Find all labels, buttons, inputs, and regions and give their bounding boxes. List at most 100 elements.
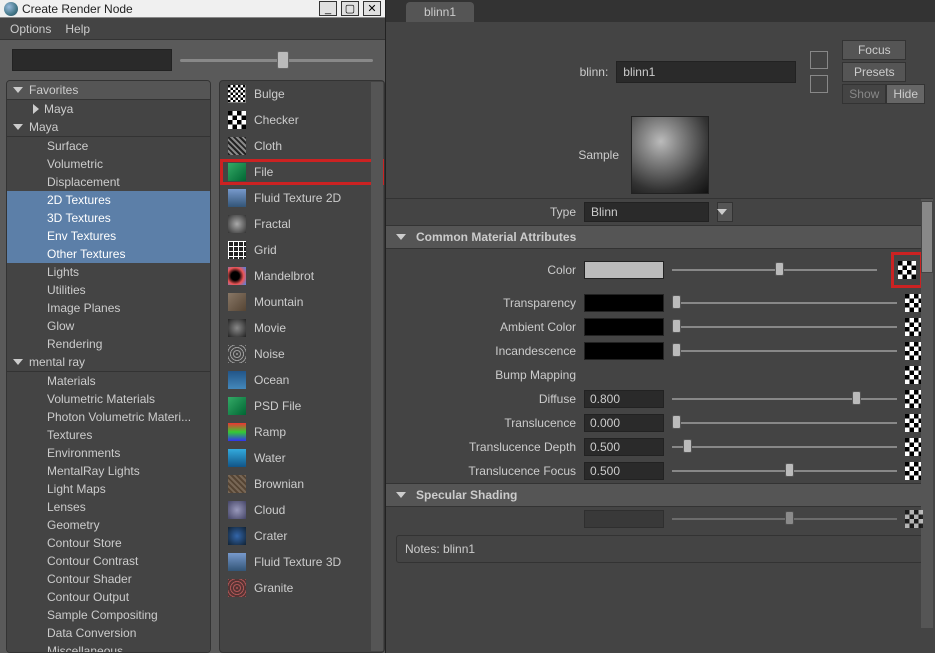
cat-dataconv[interactable]: Data Conversion [7, 624, 210, 642]
cat-vol-materials[interactable]: Volumetric Materials [7, 390, 210, 408]
node-ramp[interactable]: Ramp [220, 419, 384, 445]
cat-3d-textures[interactable]: 3D Textures [7, 209, 210, 227]
maximize-button[interactable]: ▢ [341, 1, 359, 16]
node-mountain[interactable]: Mountain [220, 289, 384, 315]
cat-utilities[interactable]: Utilities [7, 281, 210, 299]
trfocus-label: Translucence Focus [396, 464, 576, 478]
cat-geometry[interactable]: Geometry [7, 516, 210, 534]
sample-label: Sample [578, 148, 619, 162]
ocean-icon [228, 371, 246, 389]
color-swatch[interactable] [584, 261, 664, 279]
ambient-slider[interactable] [672, 326, 897, 328]
node-cloud[interactable]: Cloud [220, 497, 384, 523]
presets-button[interactable]: Presets [842, 62, 906, 82]
common-attributes-header[interactable]: Common Material Attributes [386, 225, 933, 249]
trfocus-slider[interactable] [672, 470, 897, 472]
node-file[interactable]: File [220, 159, 384, 185]
node-brownian[interactable]: Brownian [220, 471, 384, 497]
cat-image-planes[interactable]: Image Planes [7, 299, 210, 317]
maya-sub[interactable]: Maya [7, 100, 210, 118]
node-ocean[interactable]: Ocean [220, 367, 384, 393]
diffuse-slider[interactable] [672, 398, 897, 400]
cat-rendering[interactable]: Rendering [7, 335, 210, 353]
cat-env-textures[interactable]: Env Textures [7, 227, 210, 245]
cat-lightmaps[interactable]: Light Maps [7, 480, 210, 498]
water-icon [228, 449, 246, 467]
node-fluid3d[interactable]: Fluid Texture 3D [220, 549, 384, 575]
cat-environments[interactable]: Environments [7, 444, 210, 462]
minimize-button[interactable]: _ [319, 1, 337, 16]
options-menu[interactable]: Options [10, 22, 51, 36]
node-crater[interactable]: Crater [220, 523, 384, 549]
transl-input[interactable]: 0.000 [584, 414, 664, 432]
diffuse-input[interactable]: 0.800 [584, 390, 664, 408]
cat-materials[interactable]: Materials [7, 372, 210, 390]
trdepth-label: Translucence Depth [396, 440, 576, 454]
focus-button[interactable]: Focus [842, 40, 906, 60]
cat-cshader[interactable]: Contour Shader [7, 570, 210, 588]
input-icon[interactable] [810, 51, 828, 69]
color-slider[interactable] [672, 269, 877, 271]
node-scrollbar[interactable] [371, 82, 383, 651]
grid-icon [228, 241, 246, 259]
favorites-header[interactable]: Favorites [7, 81, 210, 100]
tab-blinn1[interactable]: blinn1 [406, 2, 474, 22]
hide-button[interactable]: Hide [886, 84, 925, 104]
type-caret[interactable] [717, 202, 733, 222]
specular-header[interactable]: Specular Shading [386, 483, 933, 507]
cat-lights[interactable]: Lights [7, 263, 210, 281]
cat-volumetric[interactable]: Volumetric [7, 155, 210, 173]
blinn-name-input[interactable]: blinn1 [616, 61, 796, 83]
transl-slider[interactable] [672, 422, 897, 424]
node-water[interactable]: Water [220, 445, 384, 471]
cat-scomp[interactable]: Sample Compositing [7, 606, 210, 624]
cat-misc[interactable]: Miscellaneous [7, 642, 210, 653]
search-input[interactable] [12, 49, 172, 71]
zoom-slider[interactable] [180, 59, 373, 62]
cat-photon[interactable]: Photon Volumetric Materi... [7, 408, 210, 426]
attr-scrollbar[interactable] [921, 199, 933, 628]
help-menu[interactable]: Help [65, 22, 90, 36]
transparency-slider[interactable] [672, 302, 897, 304]
node-grid[interactable]: Grid [220, 237, 384, 263]
cat-glow[interactable]: Glow [7, 317, 210, 335]
cat-surface[interactable]: Surface [7, 137, 210, 155]
show-button[interactable]: Show [842, 84, 886, 104]
color-map-button[interactable] [898, 261, 916, 279]
cat-lenses[interactable]: Lenses [7, 498, 210, 516]
incand-swatch[interactable] [584, 342, 664, 360]
output-icon[interactable] [810, 75, 828, 93]
node-bulge[interactable]: Bulge [220, 81, 384, 107]
cat-textures[interactable]: Textures [7, 426, 210, 444]
ambient-swatch[interactable] [584, 318, 664, 336]
cat-mrlights[interactable]: MentalRay Lights [7, 462, 210, 480]
close-button[interactable]: ✕ [363, 1, 381, 16]
mentalray-header[interactable]: mental ray [7, 353, 210, 372]
node-cloth[interactable]: Cloth [220, 133, 384, 159]
cat-coutput[interactable]: Contour Output [7, 588, 210, 606]
cat-ccontrast[interactable]: Contour Contrast [7, 552, 210, 570]
cat-cstore[interactable]: Contour Store [7, 534, 210, 552]
fluid3d-icon [228, 553, 246, 571]
maya-header[interactable]: Maya [7, 118, 210, 137]
node-mandelbrot[interactable]: Mandelbrot [220, 263, 384, 289]
cat-other-textures[interactable]: Other Textures [7, 245, 210, 263]
node-granite[interactable]: Granite [220, 575, 384, 601]
cat-displacement[interactable]: Displacement [7, 173, 210, 191]
notes-field[interactable]: Notes: blinn1 [396, 535, 923, 563]
trfocus-input[interactable]: 0.500 [584, 462, 664, 480]
node-noise[interactable]: Noise [220, 341, 384, 367]
trdepth-slider[interactable] [672, 446, 897, 448]
node-psd[interactable]: PSD File [220, 393, 384, 419]
cat-2d-textures[interactable]: 2D Textures [7, 191, 210, 209]
node-fluid2d[interactable]: Fluid Texture 2D [220, 185, 384, 211]
node-movie[interactable]: Movie [220, 315, 384, 341]
node-fractal[interactable]: Fractal [220, 211, 384, 237]
transparency-swatch[interactable] [584, 294, 664, 312]
type-select[interactable]: Blinn [584, 202, 709, 222]
trdepth-input[interactable]: 0.500 [584, 438, 664, 456]
node-checker[interactable]: Checker [220, 107, 384, 133]
file-icon [228, 163, 246, 181]
noise-icon [228, 345, 246, 363]
incand-slider[interactable] [672, 350, 897, 352]
